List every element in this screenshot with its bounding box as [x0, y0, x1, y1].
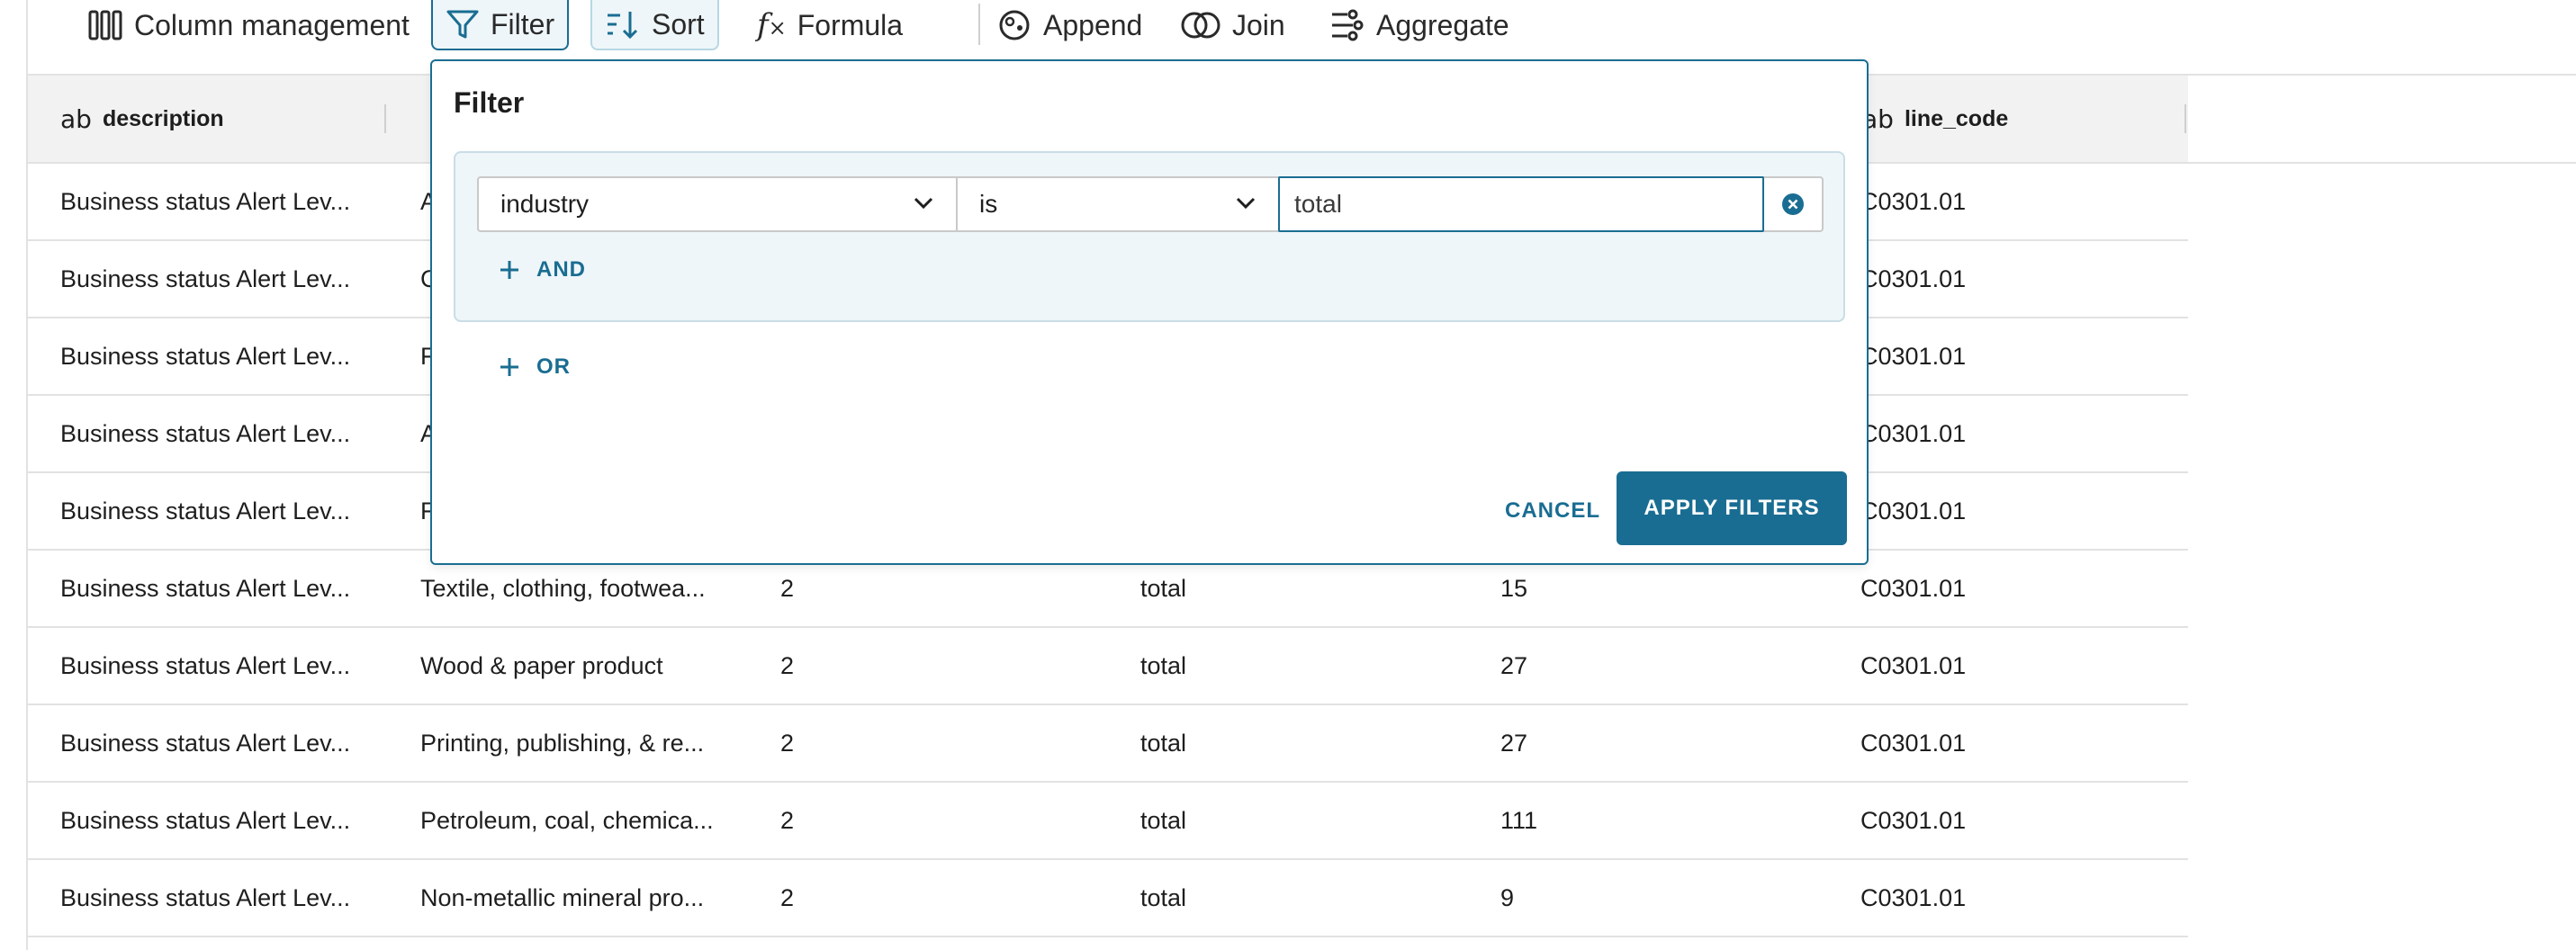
text-type-icon: ab: [60, 103, 92, 134]
join-icon: [1181, 12, 1220, 39]
operator-select[interactable]: is: [958, 178, 1278, 230]
table-cell-count: 9: [1500, 883, 1515, 911]
table-cell-description: Business status Alert Lev...: [60, 651, 351, 679]
sort-icon: [608, 12, 638, 40]
table-cell-description: Business status Alert Lev...: [60, 419, 351, 447]
table-cell-value-col: total: [1140, 729, 1187, 757]
plus-icon: [500, 261, 518, 279]
join-label: Join: [1232, 8, 1285, 41]
append-label: Append: [1043, 8, 1143, 41]
table-cell-value-col: total: [1140, 883, 1187, 911]
table-cell-line-code: C0301.01: [1860, 264, 1967, 292]
chevron-down-icon: [1236, 197, 1256, 210]
add-and-button[interactable]: AND: [499, 252, 586, 288]
filter-button[interactable]: Filter: [431, 0, 570, 50]
column-management-button[interactable]: Column management: [87, 0, 410, 50]
column-header-label: description: [102, 105, 224, 131]
append-button[interactable]: Append: [996, 0, 1142, 50]
table-cell-count: 111: [1500, 806, 1538, 834]
column-select-value: industry: [500, 190, 590, 218]
table-cell-level: 2: [780, 883, 795, 911]
table-cell-line-code: C0301.01: [1860, 419, 1967, 447]
filter-value-input[interactable]: [1278, 176, 1764, 232]
aggregate-button[interactable]: Aggregate: [1329, 0, 1509, 50]
table-cell-industry: Non-metallic mineral pro...: [420, 883, 705, 911]
filter-icon: [446, 10, 479, 39]
remove-condition-button[interactable]: [1764, 178, 1822, 230]
aggregate-label: Aggregate: [1376, 8, 1509, 41]
filter-panel: Filter industry is AND OR CANCEL APPLY F…: [430, 59, 1869, 565]
filter-label: Filter: [491, 7, 555, 40]
table-cell-line-code: C0301.01: [1860, 729, 1967, 757]
toolbar-divider: [978, 4, 980, 45]
table-row[interactable]: Business status Alert Lev... Petroleum, c…: [28, 783, 2188, 860]
table-cell-level: 2: [780, 806, 795, 834]
table-cell-level: 2: [780, 651, 795, 679]
aggregate-icon: [1332, 9, 1364, 41]
table-cell-description: Business status Alert Lev...: [60, 729, 351, 757]
table-cell-line-code: C0301.01: [1860, 574, 1967, 602]
filter-panel-title: Filter: [454, 86, 525, 119]
column-management-label: Column management: [134, 8, 410, 41]
column-resize-handle[interactable]: [2184, 104, 2186, 133]
column-header-description[interactable]: ab description: [60, 76, 224, 162]
table-cell-line-code: C0301.01: [1860, 187, 1967, 215]
table-cell-line-code: C0301.01: [1860, 497, 1967, 524]
cancel-button[interactable]: CANCEL: [1505, 475, 1600, 547]
table-cell-description: Business status Alert Lev...: [60, 187, 351, 215]
chevron-down-icon: [914, 197, 933, 210]
plus-icon: [500, 358, 518, 376]
sort-label: Sort: [652, 7, 705, 40]
table-cell-line-code: C0301.01: [1860, 806, 1967, 834]
formula-label: Formula: [797, 8, 904, 41]
add-or-label: OR: [536, 354, 571, 379]
table-cell-description: Business status Alert Lev...: [60, 806, 351, 834]
join-button[interactable]: Join: [1180, 0, 1285, 50]
left-gutter: [0, 0, 28, 950]
formula-icon: f×: [757, 7, 787, 43]
table-row[interactable]: Business status Alert Lev... Non-metallic…: [28, 860, 2188, 937]
table-cell-level: 2: [780, 729, 795, 757]
table-cell-line-code: C0301.01: [1860, 651, 1967, 679]
column-header-line-code[interactable]: ab line_code: [1862, 76, 2008, 162]
column-select[interactable]: industry: [479, 178, 958, 230]
table-header-extension: [2188, 76, 2576, 164]
operator-select-value: is: [979, 190, 998, 218]
table-cell-description: Business status Alert Lev...: [60, 342, 351, 370]
columns-icon: [88, 10, 122, 40]
table-cell-count: 27: [1500, 651, 1528, 679]
add-and-label: AND: [536, 257, 586, 282]
table-cell-value-col: total: [1140, 806, 1187, 834]
table-cell-value-col: total: [1140, 651, 1187, 679]
table-cell-description: Business status Alert Lev...: [60, 574, 351, 602]
table-cell-description: Business status Alert Lev...: [60, 497, 351, 524]
clear-icon: [1782, 193, 1804, 215]
table-cell-description: Business status Alert Lev...: [60, 264, 351, 292]
filter-condition-group: industry is AND: [454, 151, 1845, 322]
table-cell-description: Business status Alert Lev...: [60, 883, 351, 911]
table-cell-industry: Printing, publishing, & re...: [420, 729, 705, 757]
column-resize-handle[interactable]: [384, 104, 386, 133]
table-row[interactable]: Business status Alert Lev... Printing, pu…: [28, 705, 2188, 783]
table-cell-count: 27: [1500, 729, 1528, 757]
apply-filters-button[interactable]: APPLY FILTERS: [1617, 471, 1847, 545]
add-or-button[interactable]: OR: [499, 349, 571, 385]
formula-button[interactable]: f× Formula: [757, 0, 903, 50]
table-cell-industry: Wood & paper product: [420, 651, 663, 679]
column-header-label: line_code: [1904, 105, 2009, 131]
append-icon: [999, 10, 1030, 40]
filter-condition-row: industry is: [477, 176, 1824, 232]
sort-button[interactable]: Sort: [590, 0, 719, 50]
table-cell-line-code: C0301.01: [1860, 342, 1967, 370]
table-row[interactable]: Business status Alert Lev... Wood & paper…: [28, 628, 2188, 705]
table-cell-industry: Petroleum, coal, chemica...: [420, 806, 714, 834]
table-cell-line-code: C0301.01: [1860, 883, 1967, 911]
